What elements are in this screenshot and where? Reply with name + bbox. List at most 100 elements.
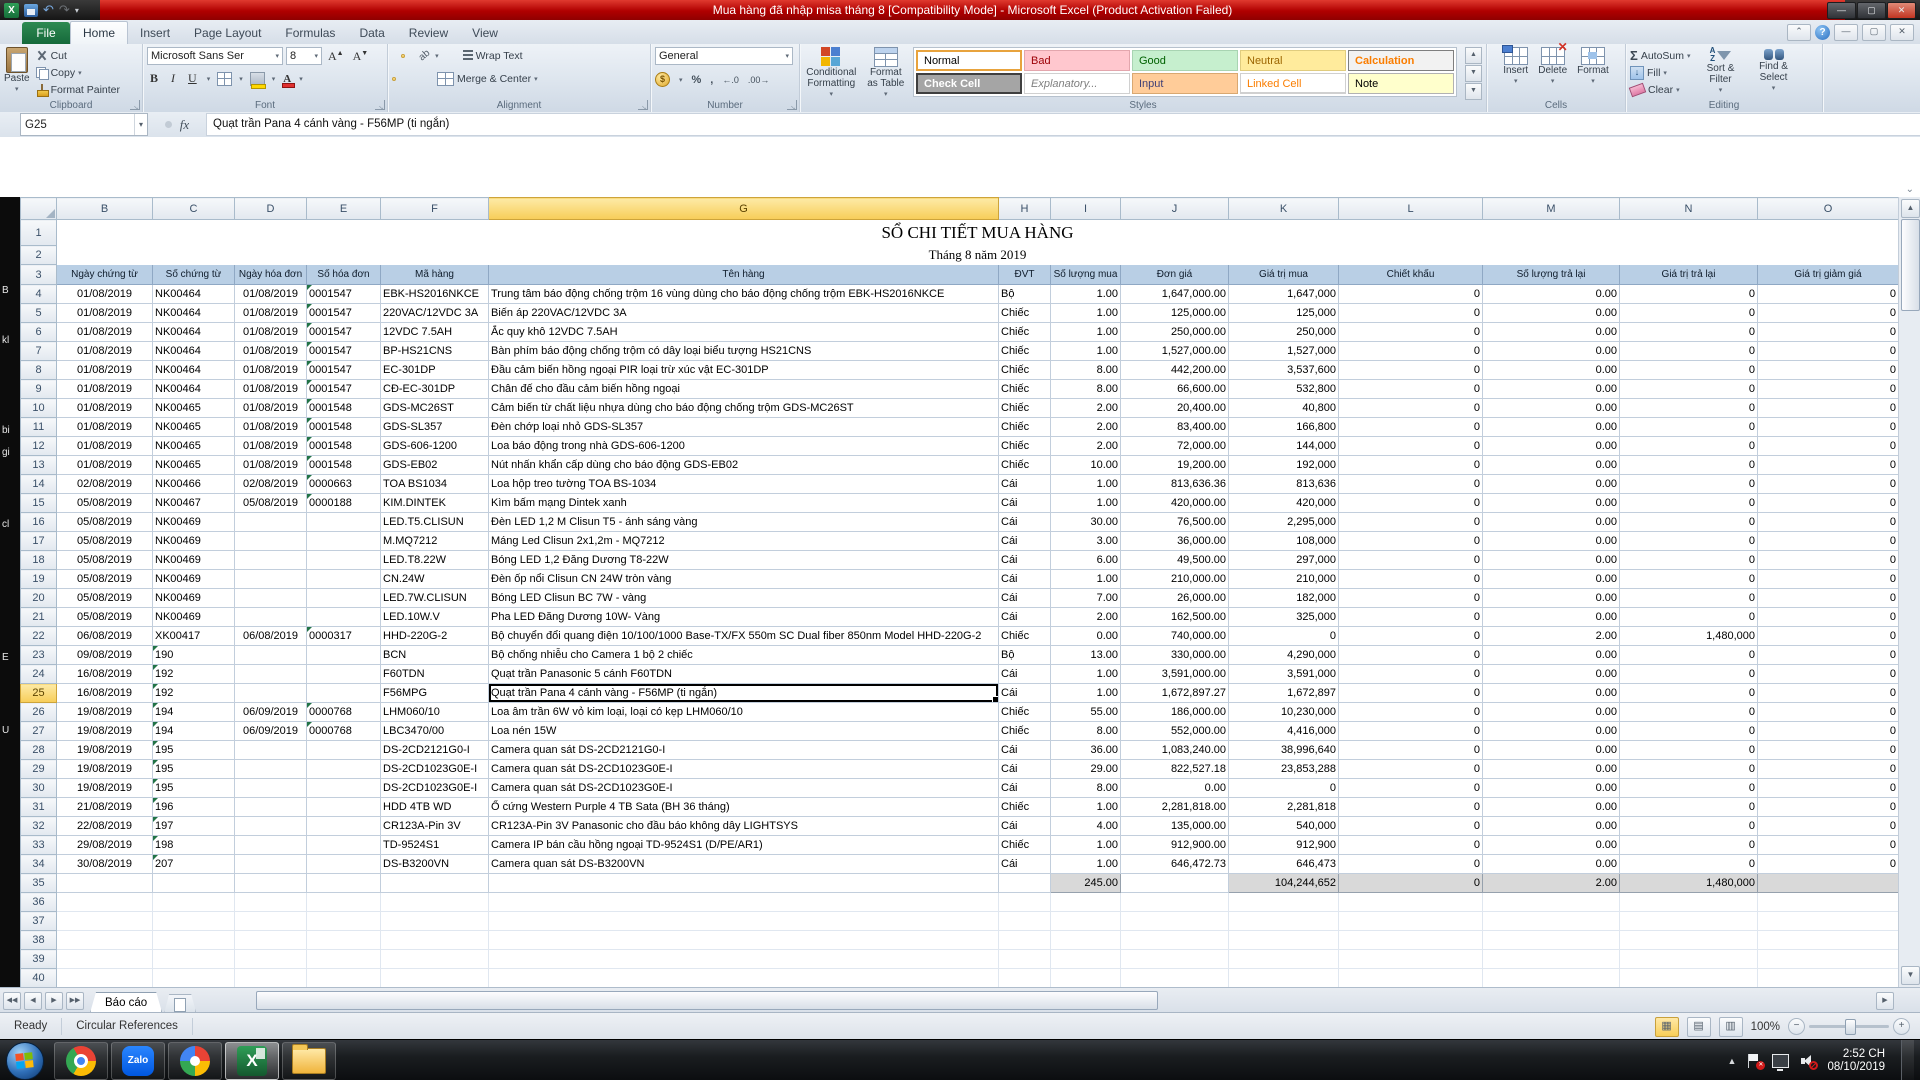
cell-N40[interactable] <box>1620 969 1758 988</box>
row-header-37[interactable]: 37 <box>21 912 57 931</box>
cell-K39[interactable] <box>1229 950 1339 969</box>
wrap-text-button[interactable]: Wrap Text <box>463 47 523 64</box>
cell-J31[interactable]: 2,281,818.00 <box>1121 798 1229 817</box>
cell-M35[interactable]: 2.00 <box>1483 874 1620 893</box>
cell-D22[interactable]: 06/08/2019 <box>235 627 307 646</box>
cell-F4[interactable]: EBK-HS2016NKCE <box>381 285 489 304</box>
cell-O16[interactable]: 0 <box>1758 513 1899 532</box>
cell-C7[interactable]: NK00464 <box>153 342 235 361</box>
cell-M12[interactable]: 0.00 <box>1483 437 1620 456</box>
cell-I10[interactable]: 2.00 <box>1051 399 1121 418</box>
cell-K37[interactable] <box>1229 912 1339 931</box>
row-header-40[interactable]: 40 <box>21 969 57 988</box>
cell-E28[interactable] <box>307 741 381 760</box>
cell-L29[interactable]: 0 <box>1339 760 1483 779</box>
cell-K32[interactable]: 540,000 <box>1229 817 1339 836</box>
cell-J27[interactable]: 552,000.00 <box>1121 722 1229 741</box>
cell-C6[interactable]: NK00464 <box>153 323 235 342</box>
formula-bar-expanded[interactable]: ⌄ <box>0 137 1920 198</box>
cell-D16[interactable] <box>235 513 307 532</box>
taskbar-explorer[interactable] <box>282 1042 336 1080</box>
grow-font-icon[interactable]: A▲ <box>325 49 347 64</box>
cell-H33[interactable]: Chiếc <box>999 836 1051 855</box>
row-header-36[interactable]: 36 <box>21 893 57 912</box>
delete-cells-button[interactable]: Delete▾ <box>1538 47 1567 98</box>
cell-F24[interactable]: F60TDN <box>381 665 489 684</box>
cell-F10[interactable]: GDS-MC26ST <box>381 399 489 418</box>
cell-M18[interactable]: 0.00 <box>1483 551 1620 570</box>
col-header-H[interactable]: H <box>999 198 1051 220</box>
row-header-25[interactable]: 25 <box>21 684 57 703</box>
cell-O14[interactable]: 0 <box>1758 475 1899 494</box>
cell-O18[interactable]: 0 <box>1758 551 1899 570</box>
row-header-35[interactable]: 35 <box>21 874 57 893</box>
cell-L39[interactable] <box>1339 950 1483 969</box>
row-header-34[interactable]: 34 <box>21 855 57 874</box>
scroll-up-icon[interactable]: ▲ <box>1901 199 1920 218</box>
cell-F33[interactable]: TD-9524S1 <box>381 836 489 855</box>
cell-D7[interactable]: 01/08/2019 <box>235 342 307 361</box>
cell-D19[interactable] <box>235 570 307 589</box>
cell-I29[interactable]: 29.00 <box>1051 760 1121 779</box>
action-center-flag-icon[interactable] <box>1748 1054 1760 1068</box>
cell-M7[interactable]: 0.00 <box>1483 342 1620 361</box>
cell-F14[interactable]: TOA BS1034 <box>381 475 489 494</box>
cell-C18[interactable]: NK00469 <box>153 551 235 570</box>
copy-button[interactable]: Copy▾ <box>36 64 120 81</box>
align-right-icon[interactable] <box>410 77 414 81</box>
comma-style-icon[interactable]: , <box>710 74 713 86</box>
excel-app-icon[interactable]: X <box>4 3 19 18</box>
cell-E31[interactable] <box>307 798 381 817</box>
cell-J38[interactable] <box>1121 931 1229 950</box>
align-center-icon[interactable] <box>401 77 405 81</box>
percent-style-icon[interactable]: % <box>692 74 702 86</box>
formula-input[interactable]: Quạt trần Pana 4 cánh vàng - F56MP (ti n… <box>206 113 1920 136</box>
accounting-format-icon[interactable]: $ <box>655 72 670 87</box>
cell-O29[interactable]: 0 <box>1758 760 1899 779</box>
cell-E33[interactable] <box>307 836 381 855</box>
cell-I7[interactable]: 1.00 <box>1051 342 1121 361</box>
conditional-formatting-button[interactable]: Conditional Formatting▾ <box>804 47 859 100</box>
cell-F31[interactable]: HDD 4TB WD <box>381 798 489 817</box>
cell-O7[interactable]: 0 <box>1758 342 1899 361</box>
cell-F18[interactable]: LED.T8.22W <box>381 551 489 570</box>
align-bottom-icon[interactable] <box>410 54 414 58</box>
cell-C40[interactable] <box>153 969 235 988</box>
cell-D23[interactable] <box>235 646 307 665</box>
cell-J32[interactable]: 135,000.00 <box>1121 817 1229 836</box>
cell-I25[interactable]: 1.00 <box>1051 684 1121 703</box>
cell-H5[interactable]: Chiếc <box>999 304 1051 323</box>
tab-page-layout[interactable]: Page Layout <box>182 22 273 44</box>
first-sheet-icon[interactable]: ◀◀ <box>3 992 21 1010</box>
cell-K29[interactable]: 23,853,288 <box>1229 760 1339 779</box>
cell-E22[interactable]: 0000317 <box>307 627 381 646</box>
cell-J16[interactable]: 76,500.00 <box>1121 513 1229 532</box>
cell-H32[interactable]: Cái <box>999 817 1051 836</box>
cell-O38[interactable] <box>1758 931 1899 950</box>
cell-M22[interactable]: 2.00 <box>1483 627 1620 646</box>
cell-J8[interactable]: 442,200.00 <box>1121 361 1229 380</box>
cell-B21[interactable]: 05/08/2019 <box>57 608 153 627</box>
cell-N10[interactable]: 0 <box>1620 399 1758 418</box>
zoom-slider-thumb[interactable] <box>1845 1019 1856 1035</box>
style-good[interactable]: Good <box>1132 50 1238 71</box>
cell-I17[interactable]: 3.00 <box>1051 532 1121 551</box>
cell-M16[interactable]: 0.00 <box>1483 513 1620 532</box>
bold-button[interactable]: B <box>147 71 161 86</box>
cell-L10[interactable]: 0 <box>1339 399 1483 418</box>
cell-K20[interactable]: 182,000 <box>1229 589 1339 608</box>
cell-O19[interactable]: 0 <box>1758 570 1899 589</box>
cell-H9[interactable]: Chiếc <box>999 380 1051 399</box>
cell-L23[interactable]: 0 <box>1339 646 1483 665</box>
cell-J19[interactable]: 210,000.00 <box>1121 570 1229 589</box>
cell-B13[interactable]: 01/08/2019 <box>57 456 153 475</box>
cell-C14[interactable]: NK00466 <box>153 475 235 494</box>
cell-I32[interactable]: 4.00 <box>1051 817 1121 836</box>
cell-H8[interactable]: Chiếc <box>999 361 1051 380</box>
cell-L32[interactable]: 0 <box>1339 817 1483 836</box>
cell-C5[interactable]: NK00464 <box>153 304 235 323</box>
row-header-3[interactable]: 3 <box>21 265 57 285</box>
zoom-slider[interactable]: − + <box>1788 1018 1910 1035</box>
cell-O26[interactable]: 0 <box>1758 703 1899 722</box>
cell-N28[interactable]: 0 <box>1620 741 1758 760</box>
